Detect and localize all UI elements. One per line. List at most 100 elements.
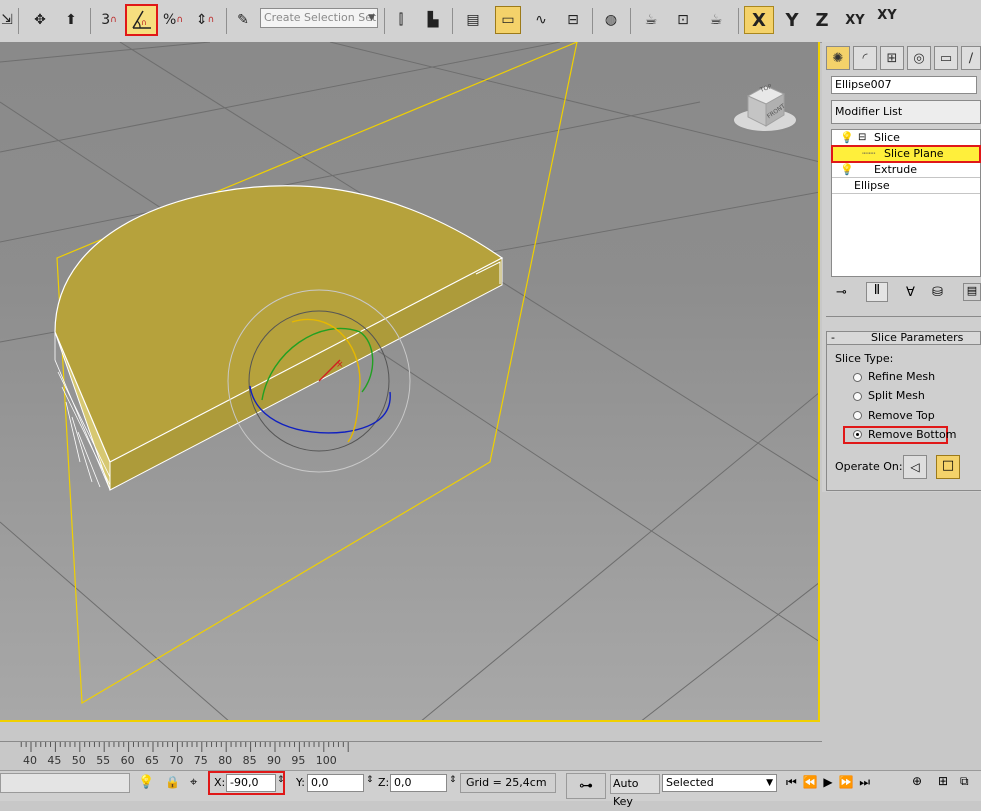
stack-item-ellipse[interactable]: Ellipse <box>832 178 980 194</box>
status-bar: 💡 🔒 ⌖ X: -90,0 ⇕ Y: 0,0 ⇕ Z: 0,0 ⇕ Grid … <box>0 770 981 808</box>
scene-explorer-icon[interactable]: ▭ <box>495 6 521 34</box>
z-spinner-icon[interactable]: ⇕ <box>449 775 457 785</box>
key-filter-value: Selected <box>666 776 714 789</box>
motion-tab-icon[interactable]: ◎ <box>907 46 931 70</box>
toolbar-divider <box>384 8 385 34</box>
select-manipulate-icon[interactable]: ⬆ <box>58 6 84 34</box>
set-key-icon[interactable]: ⊶ <box>566 773 606 799</box>
operate-on-face-button[interactable]: ◁ <box>903 455 927 479</box>
split-mesh-radio[interactable] <box>853 392 862 401</box>
collapse-icon[interactable]: ⊟ <box>858 130 866 145</box>
stack-item-slice-plane[interactable]: ┈┈ Slice Plane <box>831 145 981 163</box>
lightbulb-icon[interactable]: 💡 <box>840 130 854 145</box>
axis-z-button[interactable]: Z <box>810 6 834 34</box>
remove-top-radio[interactable] <box>853 411 862 420</box>
curve-editor-icon[interactable]: ∿ <box>528 6 554 34</box>
angle-snap-icon: ∩ <box>131 10 151 29</box>
next-frame-icon[interactable]: ⏩ <box>838 775 854 789</box>
maxscript-listener[interactable] <box>0 773 130 793</box>
utilities-tab-icon[interactable]: ∕ <box>961 46 981 70</box>
rendered-frame-icon[interactable]: ⊡ <box>670 6 696 34</box>
go-to-start-icon[interactable]: ⏮ <box>786 775 798 789</box>
x-coordinate-field[interactable]: -90,0 <box>226 774 276 792</box>
align-icon[interactable]: ▙ <box>420 6 446 34</box>
x-spinner-icon[interactable]: ⇕ <box>277 775 285 785</box>
perspective-viewport[interactable]: × TOP FRONT <box>0 42 820 722</box>
pin-stack-icon[interactable]: ⊸ <box>836 285 847 300</box>
maximize-viewport-icon[interactable]: ⧉ <box>960 774 969 789</box>
object-name-field[interactable]: Ellipse007 <box>831 76 977 94</box>
named-selection-set-dropdown[interactable]: Create Selection Set ▼ <box>260 8 378 28</box>
trackbar-tick-label: 45 <box>47 754 62 767</box>
make-unique-icon[interactable]: ∀ <box>906 285 915 300</box>
lightbulb-icon[interactable]: 💡 <box>840 162 854 177</box>
y-coordinate-field[interactable]: 0,0 <box>307 774 364 792</box>
trackbar-tick-label: 40 <box>23 754 37 767</box>
schematic-view-icon[interactable]: ⊟ <box>560 6 586 34</box>
axis-x-button[interactable]: X <box>744 6 774 34</box>
hierarchy-tab-icon[interactable]: ⊞ <box>880 46 904 70</box>
stack-item-label: Slice <box>874 131 900 144</box>
operate-on-polygon-button[interactable]: □ <box>936 455 960 479</box>
axis-xy-cycle-label: XY <box>877 8 897 23</box>
command-panel-empty-area <box>822 492 981 770</box>
toolbar-divider <box>226 8 227 34</box>
display-tab-icon[interactable]: ▭ <box>934 46 958 70</box>
select-link-icon[interactable]: ⇲ <box>0 6 14 34</box>
previous-frame-icon[interactable]: ⏪ <box>803 775 819 789</box>
y-spinner-icon[interactable]: ⇕ <box>366 775 374 785</box>
viewport-scene: × <box>0 42 818 720</box>
split-mesh-label: Split Mesh <box>868 389 925 402</box>
absolute-mode-icon[interactable]: ⌖ <box>190 775 197 790</box>
remove-modifier-icon[interactable]: ⛁ <box>932 285 943 300</box>
trackbar-tick-label: 100 <box>315 754 337 767</box>
trackbar-tick-label: 75 <box>193 754 208 767</box>
slice-type-label: Slice Type: <box>835 352 894 365</box>
auto-key-button[interactable]: Auto Key <box>610 774 660 808</box>
zoom-extents-icon[interactable]: ⊕ <box>912 774 922 788</box>
tree-connector-icon: ┈┈ <box>862 147 876 160</box>
stack-item-extrude[interactable]: 💡 Extrude <box>832 162 980 178</box>
mirror-icon[interactable]: ⫿ <box>388 6 414 34</box>
zoom-all-icon[interactable]: ⊞ <box>938 774 948 788</box>
play-icon[interactable]: ▶ <box>823 775 833 789</box>
render-setup-icon[interactable]: ☕ <box>638 6 664 34</box>
trackbar-tick-label: 90 <box>267 754 281 767</box>
refine-mesh-label: Refine Mesh <box>868 370 936 383</box>
z-coordinate-label: Z: <box>378 776 390 789</box>
modifier-list-dropdown[interactable]: Modifier List <box>831 100 981 124</box>
isolate-selection-icon[interactable]: 💡 <box>138 775 154 790</box>
toolbar-divider <box>90 8 91 34</box>
axis-xy-button[interactable]: XY <box>840 6 870 34</box>
z-coordinate-field[interactable]: 0,0 <box>390 774 447 792</box>
axis-y-button[interactable]: Y <box>780 6 804 34</box>
create-tab-icon[interactable]: ✺ <box>826 46 850 70</box>
configure-sets-icon[interactable]: ▤ <box>963 283 981 301</box>
refine-mesh-radio[interactable] <box>853 373 862 382</box>
stack-item-slice[interactable]: 💡 ⊟ Slice <box>832 130 980 146</box>
x-coordinate-label: X: <box>214 776 226 789</box>
edit-named-selection-icon[interactable]: ✎ <box>230 6 256 34</box>
show-end-result-icon[interactable]: Ⅱ <box>866 282 888 302</box>
select-move-icon[interactable]: ✥ <box>27 6 53 34</box>
spinner-snap-button[interactable]: ⇕ ∩ <box>192 6 218 34</box>
key-filter-dropdown[interactable]: Selected ▼ <box>662 774 777 792</box>
rollout-toggle: - <box>831 331 835 344</box>
modify-tab-icon[interactable]: ◜ <box>853 46 877 70</box>
remove-bottom-radio[interactable] <box>853 430 862 439</box>
material-editor-icon[interactable]: ◍ <box>598 6 624 34</box>
angle-snap-toggle-button[interactable]: ∩ <box>125 4 158 36</box>
trackbar-tick-label: 70 <box>169 754 184 767</box>
layer-manager-icon[interactable]: ▤ <box>460 6 486 34</box>
percent-snap-button[interactable]: % ∩ <box>160 6 186 34</box>
slice-parameters-rollout-header[interactable]: - Slice Parameters <box>826 331 981 345</box>
go-to-end-icon[interactable]: ⏭ <box>859 775 871 789</box>
snap-toggle-button[interactable]: 3 ∩ <box>96 6 122 34</box>
rollout-title: Slice Parameters <box>871 331 964 344</box>
toolbar-divider <box>738 8 739 34</box>
viewcube[interactable]: TOP FRONT <box>730 74 800 136</box>
remove-bottom-label: Remove Bottom <box>868 428 957 441</box>
render-teapot-icon[interactable]: ☕ <box>703 6 729 34</box>
axis-xy-cycle-button[interactable]: XY <box>872 6 902 34</box>
lock-icon[interactable]: 🔒 <box>165 775 180 789</box>
